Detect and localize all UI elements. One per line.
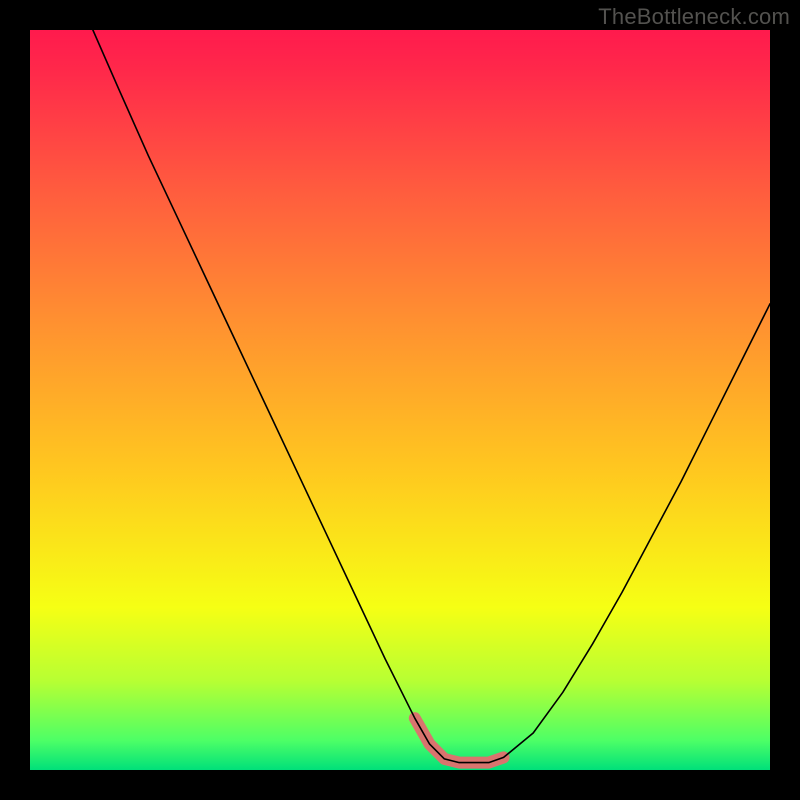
plot-svg [30, 30, 770, 770]
plot-area [30, 30, 770, 770]
chart-frame: TheBottleneck.com [0, 0, 800, 800]
attribution-watermark: TheBottleneck.com [598, 4, 790, 30]
